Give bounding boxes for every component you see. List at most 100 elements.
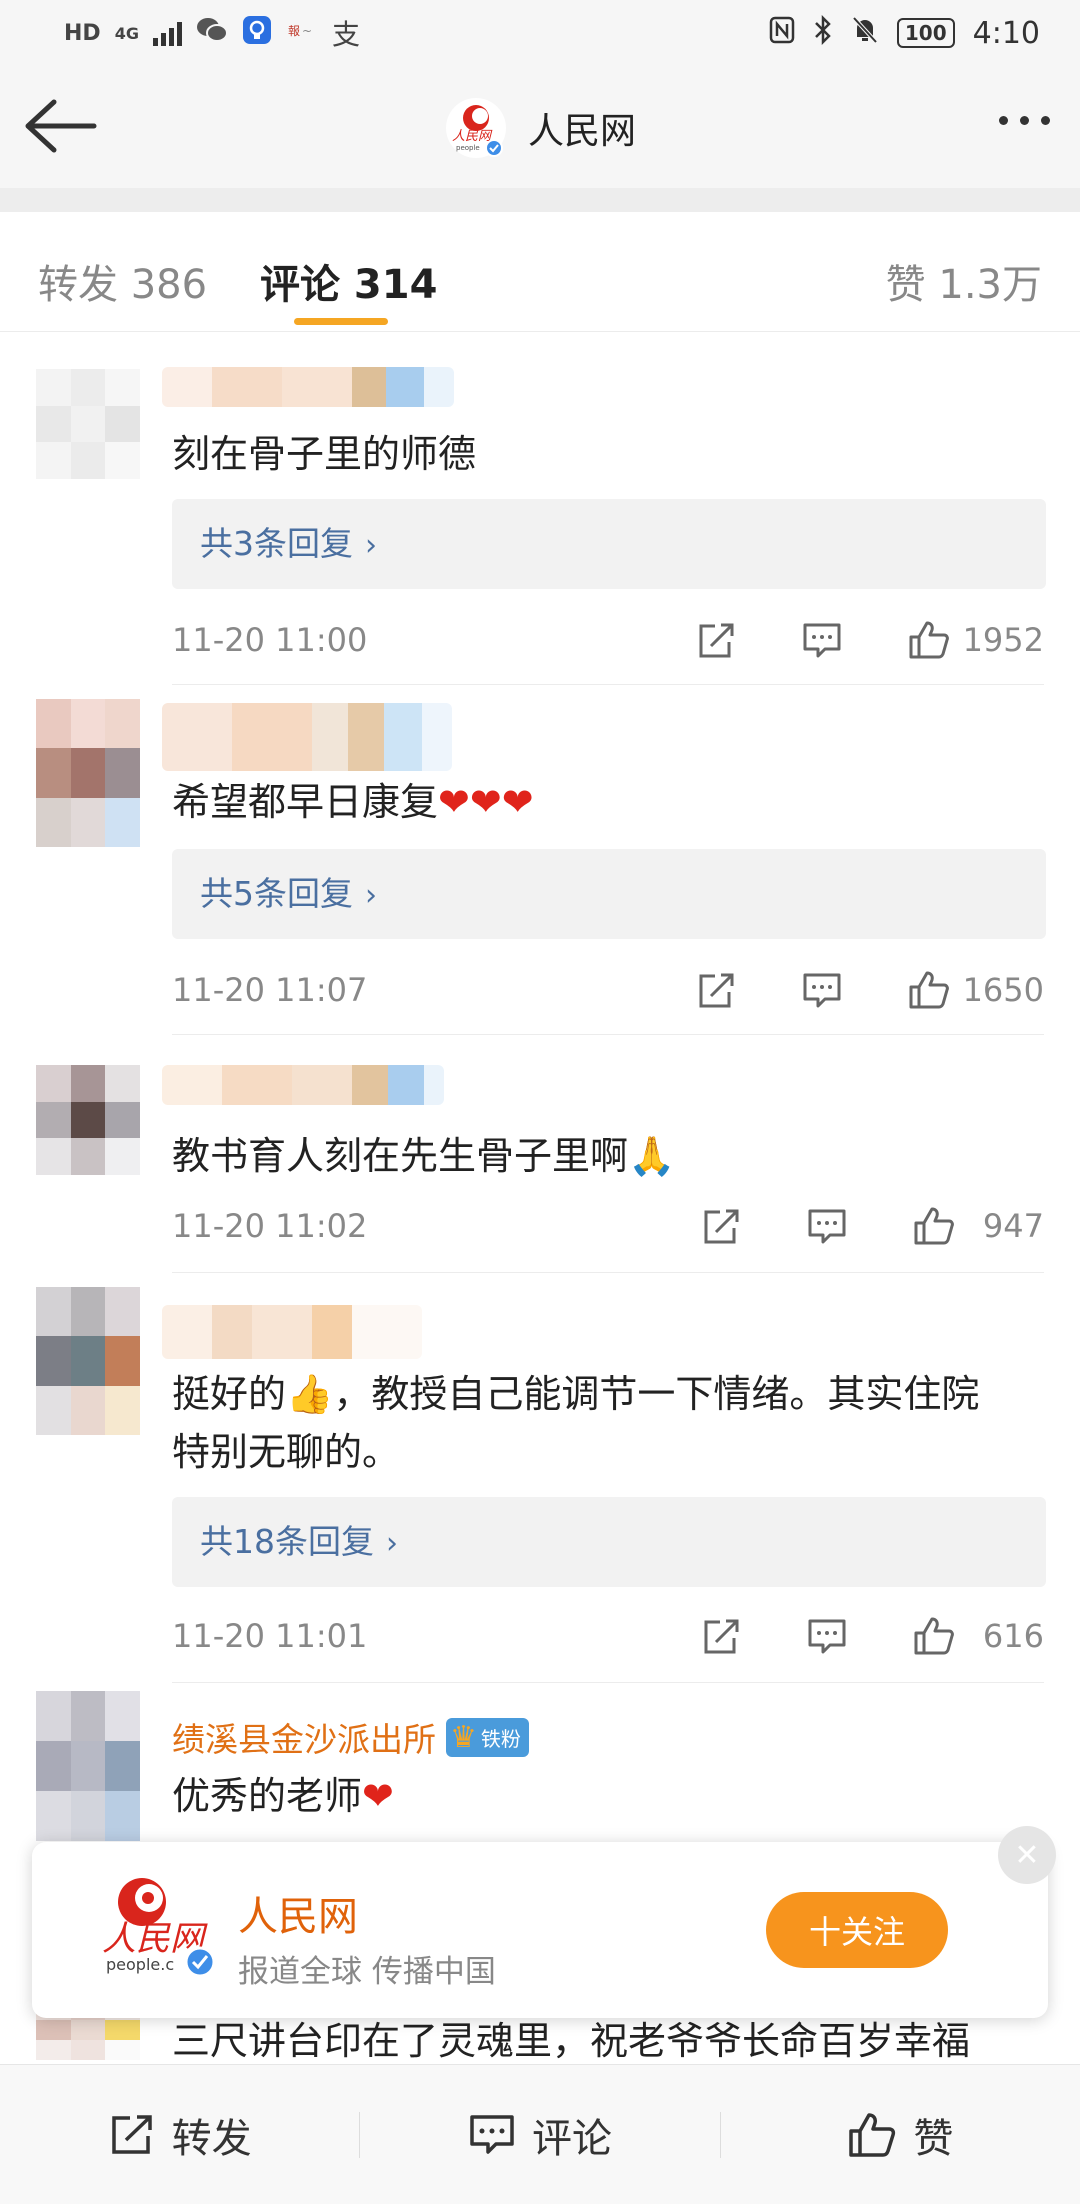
avatar[interactable] — [36, 1691, 140, 1841]
tab-like[interactable]: 赞 1.3万 — [886, 252, 1042, 310]
comment-item: 绩溪县金沙派出所 ♛ 铁粉 优秀的老师❤ — [0, 1683, 1080, 1843]
reply-link[interactable]: 共5条回复 › — [172, 849, 1046, 939]
share-icon — [699, 623, 734, 658]
comment-text-body: 优秀的老师 — [172, 1774, 363, 1818]
more-dot-icon — [1020, 116, 1029, 125]
battery-indicator: 100 — [896, 18, 955, 48]
reply-button[interactable] — [801, 620, 843, 660]
status-bar: HD 4G 報 ~ 支 100 4:10 — [0, 0, 1080, 66]
share-button[interactable] — [695, 620, 737, 660]
comment-text: 挺好的👍，教授自己能调节一下情绪。其实住院 特别无聊的。 — [172, 1365, 1044, 1481]
reply-button[interactable] — [806, 1206, 848, 1246]
section-gap — [0, 188, 1080, 212]
avatar[interactable] — [36, 699, 140, 847]
fan-badge-label: 铁粉 — [480, 1726, 521, 1751]
account-logo[interactable]: 人民网 people.c — [82, 1870, 222, 1980]
account-header[interactable]: 人民网 people 人民网 — [446, 98, 636, 158]
avatar[interactable] — [36, 1287, 140, 1435]
comment-time: 11-20 11:07 — [172, 971, 368, 1009]
comment-item: 挺好的👍，教授自己能调节一下情绪。其实住院 特别无聊的。 共18条回复 › 11-2… — [0, 1273, 1080, 1683]
thumbs-up-icon — [909, 621, 949, 659]
share-icon — [699, 973, 734, 1008]
wechat-icon — [196, 16, 228, 51]
follow-button[interactable]: 十关注 — [766, 1892, 948, 1968]
heart-emoji: ❤ — [362, 1774, 394, 1818]
comment-icon — [803, 623, 841, 658]
page-title: 人民网 — [528, 111, 637, 152]
thumbs-up-icon — [909, 971, 949, 1009]
share-icon — [111, 2114, 152, 2154]
svg-text:~: ~ — [302, 24, 312, 38]
avatar[interactable] — [36, 1065, 140, 1175]
repost-button[interactable]: 转发 — [0, 2105, 359, 2165]
comment-item: 希望都早日康复❤❤❤ 共5条回复 › 11-20 11:07 1650 — [0, 685, 1080, 1035]
share-icon — [704, 1619, 739, 1654]
tab-repost[interactable]: 转发 386 — [38, 252, 207, 310]
comment-text-line2: 特别无聊的。 — [172, 1430, 401, 1474]
back-arrow-icon — [25, 99, 97, 153]
avatar[interactable] — [36, 369, 140, 479]
like-button[interactable]: 947 — [912, 1205, 1044, 1247]
chevron-right-icon: › — [365, 528, 377, 563]
card-account-slogan: 报道全球 传播中国 — [238, 1954, 496, 1990]
alipay-icon: 支 — [331, 18, 360, 51]
bottom-action-bar: 转发 评论 赞 — [0, 2064, 1080, 2204]
thumbs-up-icon — [914, 1207, 954, 1245]
tab-bar: 转发 386 评论 314 赞 1.3万 — [0, 212, 1080, 332]
reply-link[interactable]: 共18条回复 › — [172, 1497, 1046, 1587]
signal-icon — [152, 20, 182, 46]
chevron-right-icon: › — [365, 878, 377, 913]
back-button[interactable] — [22, 96, 98, 156]
share-button[interactable] — [700, 1206, 742, 1246]
like-post-button[interactable]: 赞 — [721, 2105, 1080, 2165]
comment-time: 11-20 11:01 — [172, 1617, 368, 1655]
chevron-right-icon: › — [386, 1526, 398, 1561]
like-button[interactable]: 1650 — [907, 969, 1044, 1011]
clock: 4:10 — [972, 15, 1040, 51]
svg-text:people: people — [456, 144, 480, 152]
username[interactable]: 绩溪县金沙派出所 ♛ 铁粉 — [172, 1713, 529, 1761]
username[interactable] — [162, 703, 452, 771]
reply-link[interactable]: 共3条回复 › — [172, 499, 1046, 589]
username[interactable] — [162, 1065, 444, 1105]
reply-button[interactable] — [801, 970, 843, 1010]
comment-text: 教书育人刻在先生骨子里啊🙏 — [172, 1127, 1044, 1185]
mute-icon — [851, 15, 879, 52]
more-options-button[interactable] — [999, 116, 1050, 125]
comment-text: 三尺讲台印在了灵魂里，祝老爷爷长命百岁幸福 — [172, 2019, 971, 2063]
bluetooth-icon — [813, 14, 833, 52]
close-icon: ✕ — [1014, 1837, 1040, 1873]
username-text: 绩溪县金沙派出所 — [172, 1720, 436, 1759]
svg-text:人民网: 人民网 — [452, 129, 493, 144]
close-button[interactable]: ✕ — [998, 1826, 1056, 1884]
heart-emoji: ❤❤❤ — [438, 780, 534, 824]
comment-time: 11-20 11:00 — [172, 621, 368, 659]
comment-item: 教书育人刻在先生骨子里啊🙏 11-20 11:02 947 — [0, 1035, 1080, 1273]
more-dot-icon — [999, 116, 1008, 125]
comment-icon — [470, 2114, 514, 2154]
active-tab-indicator — [294, 318, 388, 325]
comment-text-body: 希望都早日康复 — [172, 780, 439, 824]
comment-text-body: 教书育人刻在先生骨子里啊 — [172, 1134, 629, 1178]
share-button[interactable] — [695, 970, 737, 1010]
network-indicator: 4G — [114, 23, 139, 43]
username[interactable] — [162, 367, 454, 407]
tab-comment[interactable]: 评论 314 — [260, 252, 437, 310]
comment-button[interactable]: 评论 — [360, 2105, 719, 2165]
crown-icon: ♛ — [450, 1719, 477, 1755]
username[interactable] — [162, 1305, 422, 1359]
comment-text: 希望都早日康复❤❤❤ — [172, 773, 1044, 831]
thumbs-up-icon — [914, 1617, 954, 1655]
like-count: 1952 — [962, 621, 1044, 659]
like-button[interactable]: 1952 — [907, 619, 1044, 661]
like-count: 1650 — [962, 971, 1044, 1009]
svg-text:報: 報 — [288, 24, 300, 38]
news-app-icon: 報 ~ — [286, 18, 318, 49]
reply-button[interactable] — [806, 1616, 848, 1656]
follow-card: 人民网 people.c 人民网 报道全球 传播中国 十关注 ✕ — [32, 1826, 1056, 2018]
repost-label: 转发 — [171, 2115, 252, 2162]
card-account-name[interactable]: 人民网 — [238, 1884, 358, 1942]
like-button[interactable]: 616 — [912, 1615, 1044, 1657]
share-button[interactable] — [700, 1616, 742, 1656]
share-icon — [704, 1209, 739, 1244]
